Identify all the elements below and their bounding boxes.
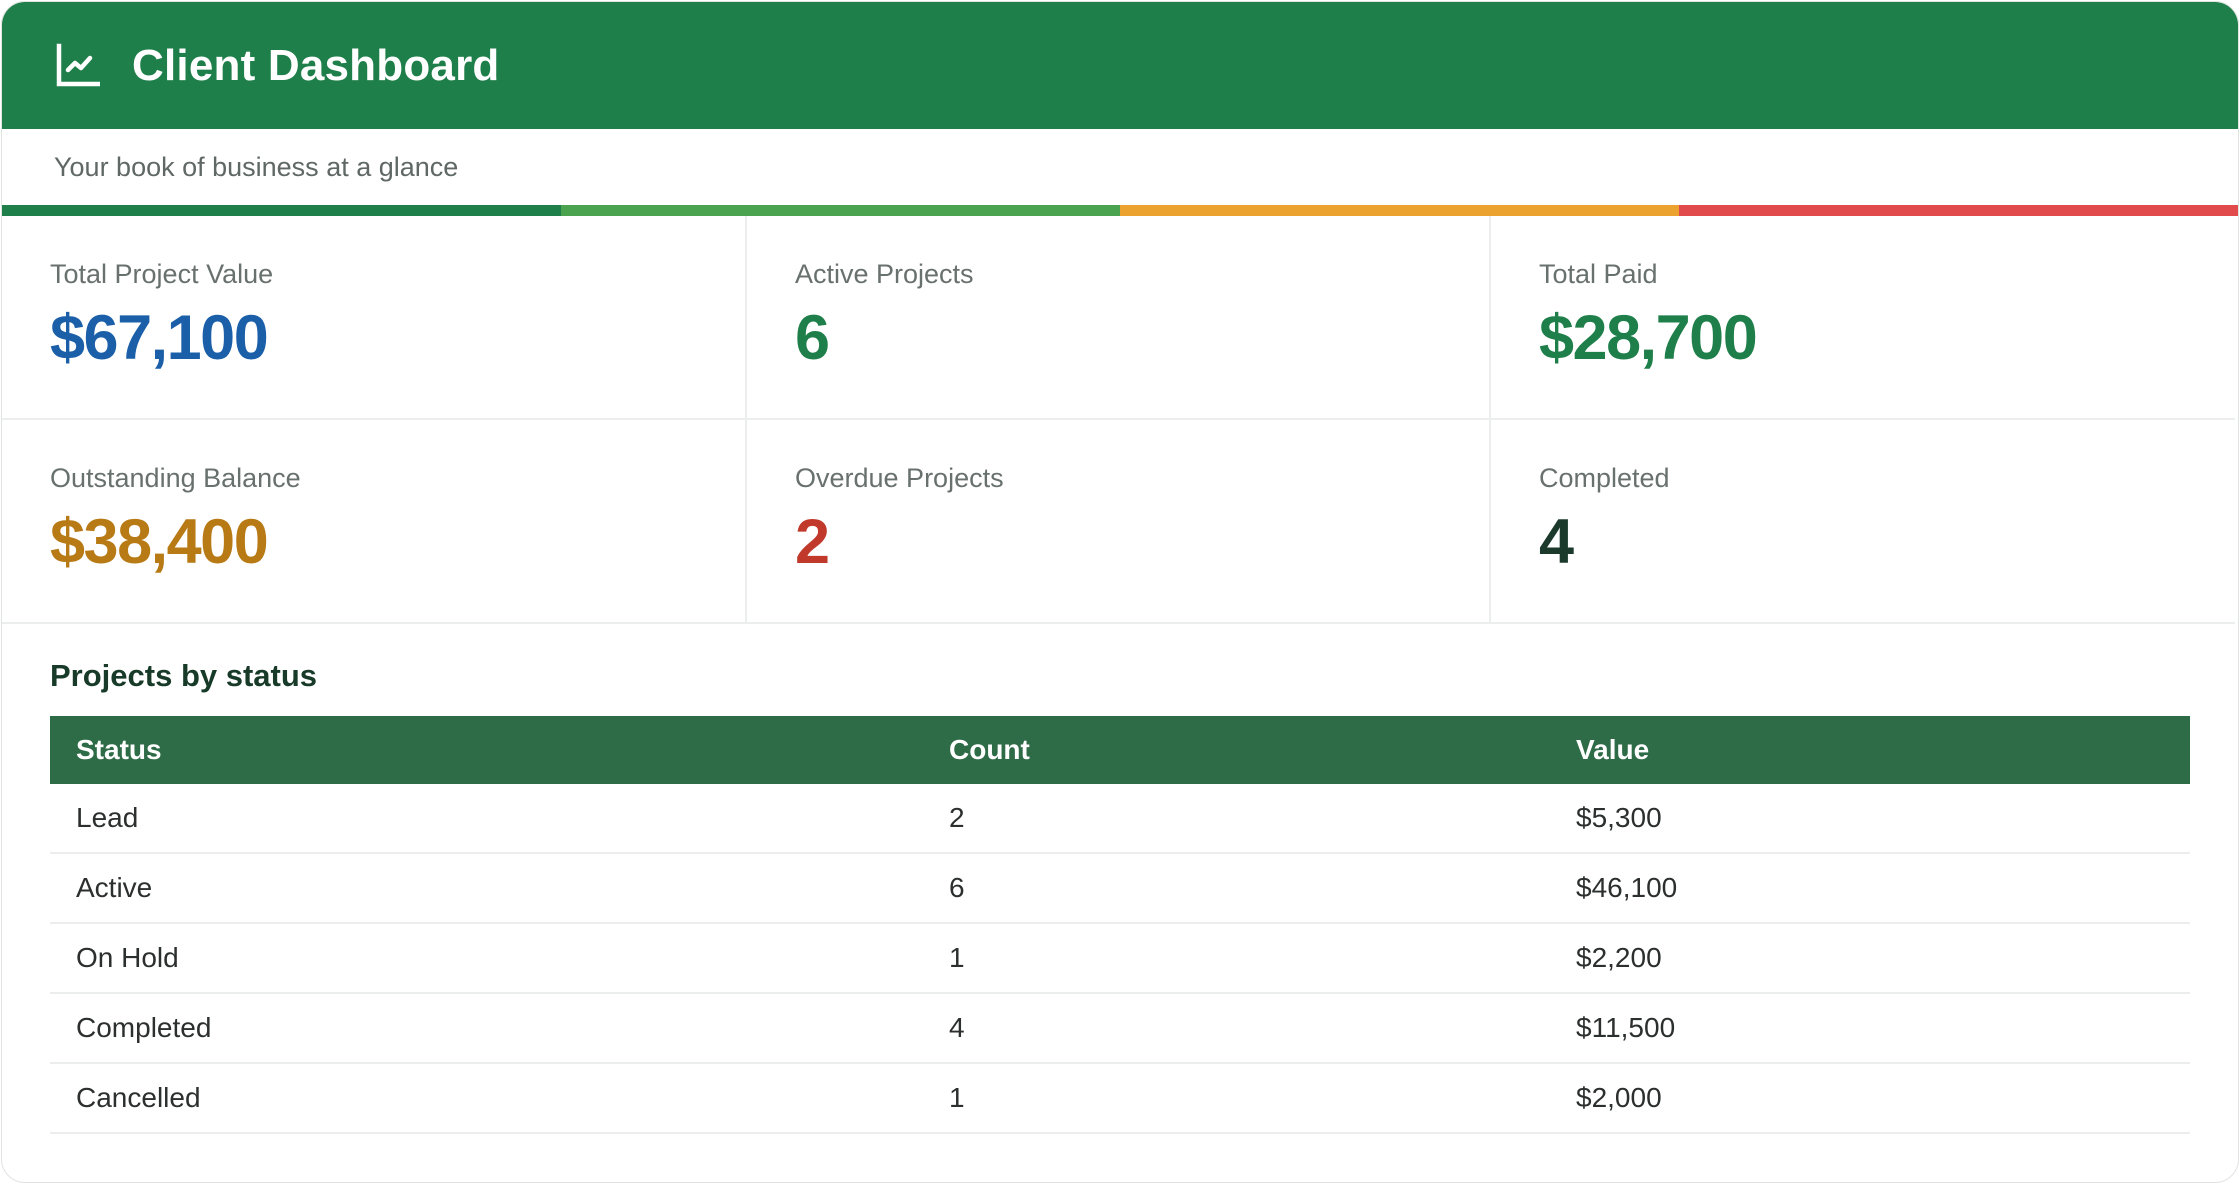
stat-label: Total Paid — [1539, 259, 1658, 289]
count-cell: 6 — [923, 853, 1550, 924]
stat-value: 4 — [1539, 507, 1574, 577]
status-cell: Lead — [50, 784, 923, 854]
value-cell: $11,500 — [1550, 993, 2190, 1064]
stat-active-projects: Active Projects 6 — [747, 216, 1491, 420]
stripe-segment — [561, 205, 1120, 216]
status-cell: Cancelled — [50, 1063, 923, 1134]
stripe-segment — [1120, 205, 1679, 216]
stripe-segment — [2, 205, 561, 216]
column-header-status[interactable]: Status — [50, 716, 923, 784]
stat-value: 6 — [795, 303, 830, 373]
value-cell: $5,300 — [1550, 784, 2190, 854]
page-title: Client Dashboard — [132, 40, 500, 90]
stat-overdue-projects: Overdue Projects 2 — [747, 420, 1491, 624]
table-row: Completed 4 $11,500 — [50, 993, 2190, 1064]
page-subtitle: Your book of business at a glance — [54, 151, 459, 182]
stat-label: Total Project Value — [50, 259, 274, 289]
stat-value: $38,400 — [50, 507, 269, 577]
table-row: Cancelled 1 $2,000 — [50, 1063, 2190, 1134]
stripe-segment — [1679, 205, 2238, 216]
table-row: Lead 2 $5,300 — [50, 784, 2190, 854]
section-title: Projects by status — [50, 658, 318, 693]
table-row: Active 6 $46,100 — [50, 853, 2190, 924]
color-stripe — [2, 205, 2238, 216]
table-row: On Hold 1 $2,200 — [50, 923, 2190, 994]
status-cell: On Hold — [50, 923, 923, 994]
stats-grid: Total Project Value $67,100 Active Proje… — [2, 216, 2238, 624]
stat-label: Outstanding Balance — [50, 463, 301, 493]
stat-outstanding-balance: Outstanding Balance $38,400 — [2, 420, 747, 624]
projects-section: Projects by status Status Count Value Le… — [2, 624, 2238, 1134]
line-chart-icon — [55, 43, 101, 88]
status-cell: Completed — [50, 993, 923, 1064]
stat-label: Completed — [1539, 463, 1670, 493]
count-cell: 1 — [923, 923, 1550, 994]
projects-table: Status Count Value Lead 2 $5,300 Active … — [50, 716, 2190, 1134]
count-cell: 2 — [923, 784, 1550, 854]
count-cell: 1 — [923, 1063, 1550, 1134]
stat-total-paid: Total Paid $28,700 — [1491, 216, 2235, 420]
dashboard-card: Client Dashboard Your book of business a… — [1, 1, 2239, 1183]
stat-value: $67,100 — [50, 303, 269, 373]
table-header-row: Status Count Value — [50, 716, 2190, 784]
stat-label: Overdue Projects — [795, 463, 1004, 493]
count-cell: 4 — [923, 993, 1550, 1064]
column-header-count[interactable]: Count — [923, 716, 1550, 784]
stat-label: Active Projects — [795, 259, 974, 289]
value-cell: $2,000 — [1550, 1063, 2190, 1134]
stat-completed: Completed 4 — [1491, 420, 2235, 624]
stat-value: 2 — [795, 507, 830, 577]
status-cell: Active — [50, 853, 923, 924]
dashboard-header: Client Dashboard — [2, 2, 2238, 129]
column-header-value[interactable]: Value — [1550, 716, 2190, 784]
stat-value: $28,700 — [1539, 303, 1758, 373]
value-cell: $2,200 — [1550, 923, 2190, 994]
value-cell: $46,100 — [1550, 853, 2190, 924]
stat-total-project-value: Total Project Value $67,100 — [2, 216, 747, 420]
